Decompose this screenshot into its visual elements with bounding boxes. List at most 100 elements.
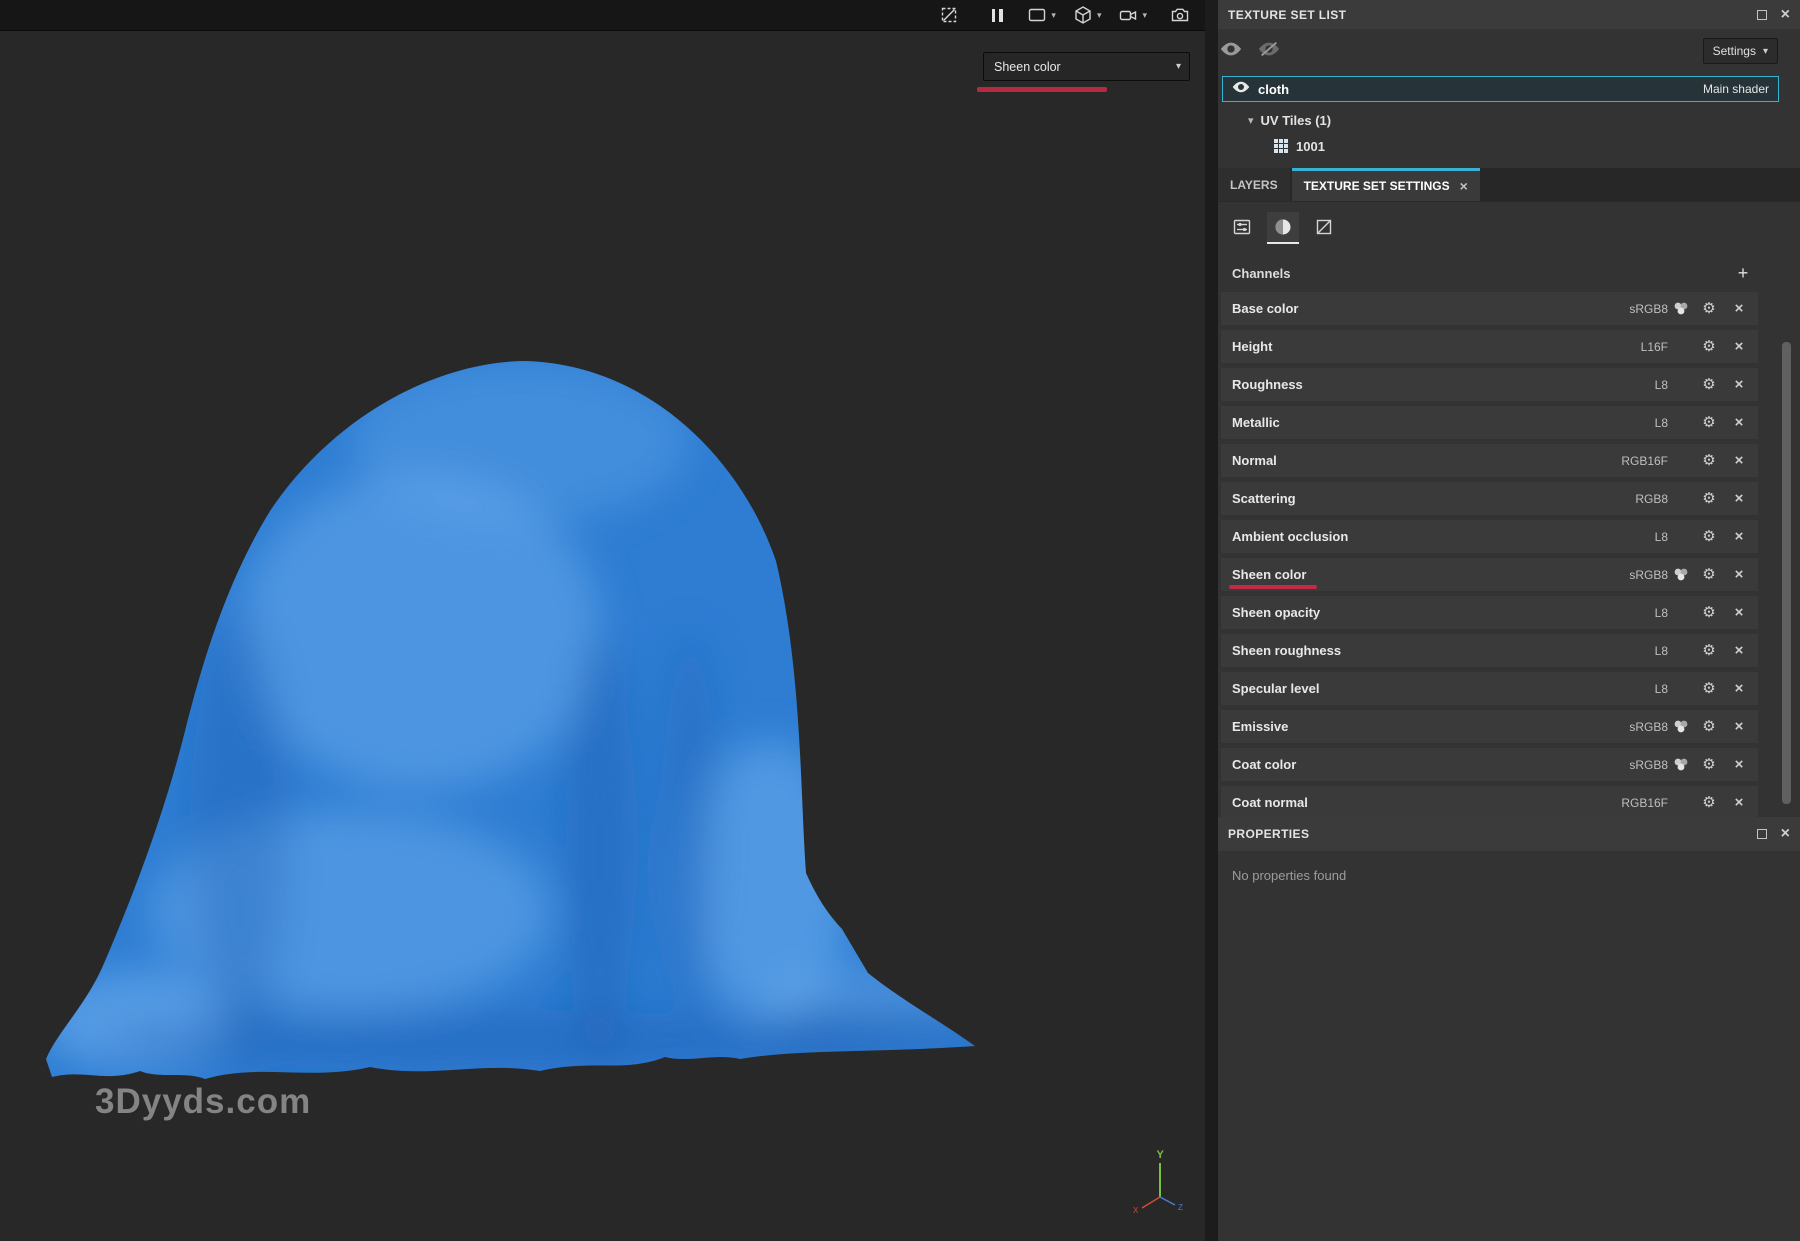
channel-name: Sheen roughness (1221, 643, 1616, 658)
channel-delete-icon[interactable]: × (1724, 339, 1754, 354)
screenshot-camera-icon[interactable] (1167, 2, 1193, 28)
channel-row[interactable]: Height L16F ⚙ × (1221, 330, 1758, 363)
channel-format: sRGB8 (1616, 568, 1668, 582)
channel-settings-gear-icon[interactable]: ⚙ (1694, 605, 1724, 620)
visibility-eye-icon[interactable] (1220, 41, 1242, 62)
channel-row[interactable]: Base color sRGB8 ⚙ × (1221, 292, 1758, 325)
channel-settings-gear-icon[interactable]: ⚙ (1694, 719, 1724, 734)
float-panel-icon[interactable] (1757, 10, 1767, 20)
gizmo-x-label: X (1133, 1206, 1139, 1215)
channel-row[interactable]: Metallic L8 ⚙ × (1221, 406, 1758, 439)
udim-grid-icon (1274, 139, 1288, 153)
close-icon[interactable]: × (1460, 179, 1468, 193)
float-panel-icon[interactable] (1757, 829, 1767, 839)
add-channel-icon[interactable]: + (1728, 264, 1758, 282)
channel-format: L8 (1616, 378, 1668, 392)
channel-row[interactable]: Normal RGB16F ⚙ × (1221, 444, 1758, 477)
uv-tiles-group[interactable]: ▾ UV Tiles (1) (1248, 108, 1331, 132)
channel-row[interactable]: Scattering RGB8 ⚙ × (1221, 482, 1758, 515)
tab-layers[interactable]: LAYERS (1218, 168, 1290, 201)
channel-settings-gear-icon[interactable]: ⚙ (1694, 339, 1724, 354)
channel-settings-gear-icon[interactable]: ⚙ (1694, 567, 1724, 582)
dock-tab-bar: LAYERS TEXTURE SET SETTINGS × (1218, 168, 1800, 202)
app-window: ▾ ▾ ▾ (0, 0, 1800, 1241)
channel-settings-gear-icon[interactable]: ⚙ (1694, 529, 1724, 544)
channel-delete-icon[interactable]: × (1724, 301, 1754, 316)
channels-section-header: Channels + (1221, 258, 1758, 288)
channels-title: Channels (1232, 266, 1728, 281)
chevron-down-icon: ▾ (1176, 61, 1181, 72)
channel-delete-icon[interactable]: × (1724, 643, 1754, 658)
main-shader-badge: Main shader (1703, 82, 1769, 96)
texture-set-name: cloth (1258, 82, 1695, 97)
symmetry-icon[interactable] (936, 2, 962, 28)
settings-dropdown-button[interactable]: Settings ▾ (1703, 38, 1778, 64)
channel-view-dropdown[interactable]: Sheen color ▾ (983, 52, 1190, 81)
channel-settings-gear-icon[interactable]: ⚙ (1694, 681, 1724, 696)
channel-row[interactable]: Sheen roughness L8 ⚙ × (1221, 634, 1758, 667)
axis-gizmo[interactable]: Y X Z (1120, 1145, 1200, 1225)
channel-delete-icon[interactable]: × (1724, 567, 1754, 582)
settings-sliders-icon[interactable] (1226, 212, 1258, 244)
channel-delete-icon[interactable]: × (1724, 605, 1754, 620)
color-swatch-icon (1668, 301, 1694, 316)
channels-scrollbar[interactable] (1782, 342, 1791, 804)
channel-settings-gear-icon[interactable]: ⚙ (1694, 491, 1724, 506)
display-settings-icon[interactable] (1024, 2, 1050, 28)
empty-texture-icon[interactable] (1308, 212, 1340, 244)
texture-set-item-cloth[interactable]: cloth Main shader (1222, 76, 1779, 102)
properties-empty-message: No properties found (1232, 868, 1346, 883)
channel-delete-icon[interactable]: × (1724, 377, 1754, 392)
channel-format: L8 (1616, 606, 1668, 620)
channel-delete-icon[interactable]: × (1724, 681, 1754, 696)
chevron-down-icon[interactable]: ▾ (1248, 114, 1254, 127)
chevron-down-icon[interactable]: ▾ (1142, 11, 1147, 20)
channel-row[interactable]: Emissive sRGB8 ⚙ × (1221, 710, 1758, 743)
udim-tile-item[interactable]: 1001 (1274, 134, 1325, 158)
channel-row[interactable]: Sheen color sRGB8 ⚙ × (1221, 558, 1758, 591)
channel-delete-icon[interactable]: × (1724, 719, 1754, 734)
tab-texture-set-settings[interactable]: TEXTURE SET SETTINGS × (1292, 168, 1480, 201)
channel-delete-icon[interactable]: × (1724, 415, 1754, 430)
channel-delete-icon[interactable]: × (1724, 491, 1754, 506)
channel-delete-icon[interactable]: × (1724, 757, 1754, 772)
eye-icon[interactable] (1232, 80, 1250, 98)
gizmo-y-label: Y (1157, 1149, 1165, 1161)
chevron-down-icon[interactable]: ▾ (1051, 11, 1056, 20)
camera-mode-icon[interactable] (1115, 2, 1141, 28)
material-sphere-icon[interactable] (1267, 212, 1299, 244)
cloth-model[interactable] (0, 31, 1205, 1241)
channel-format: RGB16F (1616, 796, 1668, 810)
channel-delete-icon[interactable]: × (1724, 795, 1754, 810)
channel-format: L8 (1616, 416, 1668, 430)
channel-settings-gear-icon[interactable]: ⚙ (1694, 795, 1724, 810)
pause-engine-icon[interactable] (984, 2, 1010, 28)
channel-row[interactable]: Roughness L8 ⚙ × (1221, 368, 1758, 401)
channel-format: sRGB8 (1616, 302, 1668, 316)
channel-settings-gear-icon[interactable]: ⚙ (1694, 643, 1724, 658)
channel-delete-icon[interactable]: × (1724, 529, 1754, 544)
eye-off-icon[interactable] (1258, 41, 1280, 62)
texture-set-list-title: TEXTURE SET LIST (1228, 8, 1757, 22)
channels-list: Base color sRGB8 ⚙ × Height L16F ⚙ × Rou… (1218, 292, 1800, 817)
channel-settings-gear-icon[interactable]: ⚙ (1694, 301, 1724, 316)
channel-settings-gear-icon[interactable]: ⚙ (1694, 757, 1724, 772)
channel-format: L16F (1616, 340, 1668, 354)
channel-row[interactable]: Coat normal RGB16F ⚙ × (1221, 786, 1758, 817)
channel-settings-gear-icon[interactable]: ⚙ (1694, 415, 1724, 430)
channel-settings-gear-icon[interactable]: ⚙ (1694, 377, 1724, 392)
channel-row[interactable]: Ambient occlusion L8 ⚙ × (1221, 520, 1758, 553)
channel-row[interactable]: Sheen opacity L8 ⚙ × (1221, 596, 1758, 629)
channel-view-value: Sheen color (994, 60, 1176, 74)
channel-row[interactable]: Specular level L8 ⚙ × (1221, 672, 1758, 705)
annotation-underline-dropdown (977, 87, 1107, 92)
viewport-3d[interactable]: ▾ ▾ ▾ (0, 0, 1205, 1241)
close-icon[interactable]: × (1781, 7, 1790, 23)
channel-row[interactable]: Coat color sRGB8 ⚙ × (1221, 748, 1758, 781)
close-icon[interactable]: × (1781, 826, 1790, 842)
channel-delete-icon[interactable]: × (1724, 453, 1754, 468)
chevron-down-icon[interactable]: ▾ (1097, 11, 1102, 20)
channel-settings-gear-icon[interactable]: ⚙ (1694, 453, 1724, 468)
geometry-mode-icon[interactable] (1070, 2, 1096, 28)
channel-name: Base color (1221, 301, 1616, 316)
